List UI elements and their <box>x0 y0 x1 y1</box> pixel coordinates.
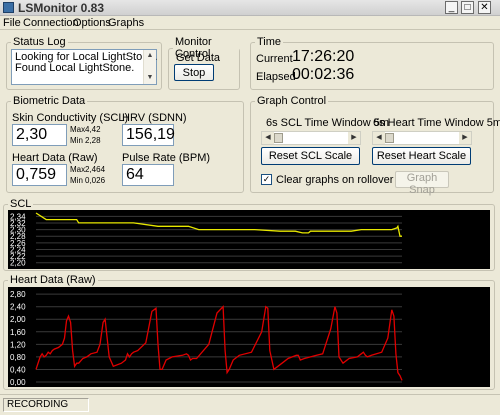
status-text: RECORDING <box>3 398 89 412</box>
current-time-label: Current <box>256 53 293 65</box>
clear-graphs-label: Clear graphs on rollover <box>276 174 394 186</box>
elapsed-time-value: 00:02:36 <box>292 66 355 83</box>
app-icon <box>3 2 14 13</box>
heart-value-box: 0,759 <box>12 164 67 186</box>
heart-min-value: 0,026 <box>85 176 106 185</box>
scl-graph-legend: SCL <box>10 198 32 210</box>
menu-file[interactable]: File <box>3 17 21 29</box>
scl-graph: 2,34 2,32 2,30 2,28 2,26 2,24 2,22 2,20 <box>8 210 490 269</box>
current-time-value: 17:26:20 <box>292 48 355 65</box>
heart-window-slider[interactable]: ◀ ▶ <box>372 131 472 145</box>
scl-chart: 2,342,322,302,282,262,242,222,20 <box>10 212 402 268</box>
stop-button[interactable]: Stop <box>174 64 214 81</box>
reset-heart-scale-button[interactable]: Reset Heart Scale <box>372 147 471 165</box>
minimize-button[interactable]: _ <box>445 1 458 14</box>
menu-bar: File Connection Options Graphs <box>0 16 500 30</box>
window-title: LSMonitor 0.83 <box>18 1 105 15</box>
heart-data-label: Heart Data (Raw) <box>12 152 98 164</box>
scl-max-value: 4,42 <box>85 125 101 134</box>
time-legend: Time <box>257 36 282 48</box>
heart-window-label: 6s Heart Time Window 5m <box>373 117 500 129</box>
maximize-button[interactable]: □ <box>461 1 474 14</box>
y-tick-label: 2,80 <box>10 290 26 299</box>
status-log-list[interactable]: Looking for Local LightStone. Found Loca… <box>11 49 158 85</box>
menu-connection[interactable]: Connection <box>23 17 79 29</box>
pulse-rate-label: Pulse Rate (BPM) <box>122 152 211 164</box>
y-tick-label: 2,40 <box>10 303 26 312</box>
y-tick-label: 1,20 <box>10 340 26 349</box>
reset-scl-scale-button[interactable]: Reset SCL Scale <box>261 147 360 165</box>
scroll-down-icon[interactable]: ▼ <box>144 72 156 84</box>
scl-max-label: Max <box>70 125 86 134</box>
heart-chart: 2,80 2,40 2,00 1,60 1,20 0,80 0,40 0,00 <box>10 290 403 387</box>
menu-graphs[interactable]: Graphs <box>108 17 144 29</box>
slider-right-icon[interactable]: ▶ <box>348 132 360 144</box>
status-log-legend: Status Log <box>13 36 66 48</box>
hrv-value-box: 156,19 <box>122 124 175 146</box>
slider-thumb[interactable] <box>385 133 394 143</box>
graph-snap-button[interactable]: Graph Snap <box>395 171 449 196</box>
menu-separator <box>0 29 500 30</box>
app-window: LSMonitor 0.83 _ □ ✕ File Connection Opt… <box>0 0 500 415</box>
scroll-up-icon[interactable]: ▲ <box>144 50 156 62</box>
biometric-data-legend: Biometric Data <box>13 95 86 107</box>
scl-window-slider[interactable]: ◀ ▶ <box>261 131 361 145</box>
slider-left-icon[interactable]: ◀ <box>373 132 385 144</box>
hrv-label: HRV (SDNN) <box>122 112 187 124</box>
slider-right-icon[interactable]: ▶ <box>459 132 471 144</box>
status-log-line: Found Local LightStone. <box>15 62 135 74</box>
title-bar[interactable]: LSMonitor 0.83 _ □ ✕ <box>0 0 500 16</box>
y-tick-label: 0,00 <box>10 378 26 387</box>
scl-min-value: 2,28 <box>85 136 101 145</box>
elapsed-time-label: Elapsed <box>256 71 296 83</box>
y-tick-label: 2,00 <box>10 315 26 324</box>
slider-left-icon[interactable]: ◀ <box>262 132 274 144</box>
y-tick-label: 0,80 <box>10 353 26 362</box>
heart-max-label: Max <box>70 165 86 174</box>
close-button[interactable]: ✕ <box>478 1 491 14</box>
heart-graph-legend: Heart Data (Raw) <box>10 274 96 286</box>
y-tick-label: 0,40 <box>10 365 26 374</box>
scl-value-box: 2,30 <box>12 124 67 146</box>
scl-window-label: 6s SCL Time Window 5m <box>266 117 390 129</box>
y-tick-label: 1,60 <box>10 328 26 337</box>
scl-min-label: Min <box>70 136 83 145</box>
heart-max-value: 2,464 <box>85 165 106 174</box>
menu-options[interactable]: Options <box>73 17 111 29</box>
scl-label: Skin Conductivity (SCL) <box>12 112 129 124</box>
get-data-label: Get Data <box>176 52 221 64</box>
graph-control-legend: Graph Control <box>257 95 327 107</box>
y-tick-label: 2,20 <box>10 259 26 268</box>
slider-thumb[interactable] <box>274 133 283 143</box>
pulse-value-box: 64 <box>122 164 174 186</box>
status-log-scrollbar[interactable]: ▲ ▼ <box>143 50 156 84</box>
clear-graphs-checkbox[interactable]: ✓ <box>261 174 272 185</box>
heart-graph: 2,80 2,40 2,00 1,60 1,20 0,80 0,40 0,00 <box>8 287 490 387</box>
status-bar: RECORDING <box>0 394 500 415</box>
heart-min-label: Min <box>70 176 83 185</box>
